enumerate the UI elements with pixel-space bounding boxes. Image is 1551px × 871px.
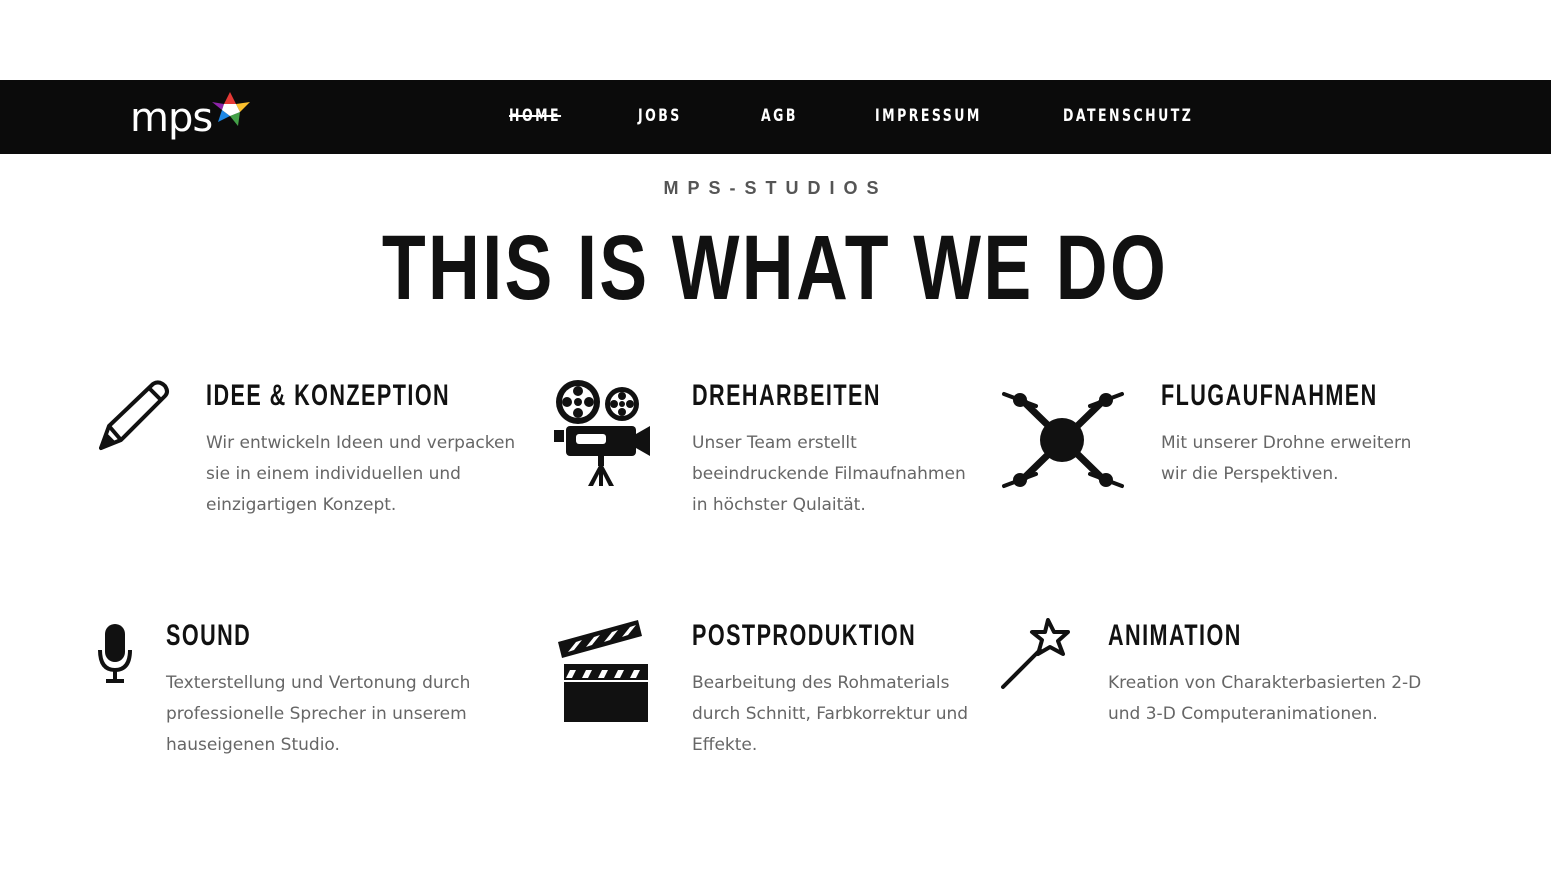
section-eyebrow: MPS-STUDIOS [663,178,888,198]
service-description: Wir entwickeln Ideen und verpacken sie i… [206,433,516,515]
service-title: IDEE & KONZEPTION [206,379,451,412]
pencil-icon [99,380,169,450]
headline-text: THIS IS WHAT WE DO [382,217,1169,319]
top-navigation-bar: mps HOME JOBS AGB IMPRESSUM DATENSCHUTZ [0,80,1551,154]
nav-jobs[interactable]: JOBS [638,106,682,126]
service-description: Bearbeitung des Rohmaterials durch Schni… [692,673,969,755]
service-title: SOUND [166,619,252,652]
service-description: Mit unserer Drohne erweitern wir die Per… [1161,433,1412,484]
mps-logo[interactable]: mps [128,92,258,144]
nav-impressum[interactable]: IMPRESSUM [875,106,982,126]
service-description: Kreation von Charakterbasierten 2-D und … [1108,673,1422,724]
section-headline: THIS IS WHAT WE DO [0,218,1551,318]
nav-datenschutz[interactable]: DATENSCHUTZ [1063,106,1193,126]
service-description: Unser Team erstellt beeindruckende Filma… [692,433,966,515]
magic-wand-icon [1001,618,1070,689]
service-title: POSTPRODUKTION [692,619,917,652]
logo-text: mps [130,95,213,141]
microphone-icon [98,624,132,683]
drone-icon [1002,392,1124,488]
service-title: ANIMATION [1108,619,1242,652]
nav-agb[interactable]: AGB [761,106,798,126]
clapperboard-icon [558,620,648,722]
film-camera-icon [554,380,650,486]
logo-star-icon [212,92,250,126]
service-title: DREHARBEITEN [692,379,881,412]
service-description: Texterstellung und Vertonung durch profe… [166,673,471,755]
nav-home[interactable]: HOME [509,106,561,126]
service-title: FLUGAUFNAHMEN [1161,379,1378,412]
